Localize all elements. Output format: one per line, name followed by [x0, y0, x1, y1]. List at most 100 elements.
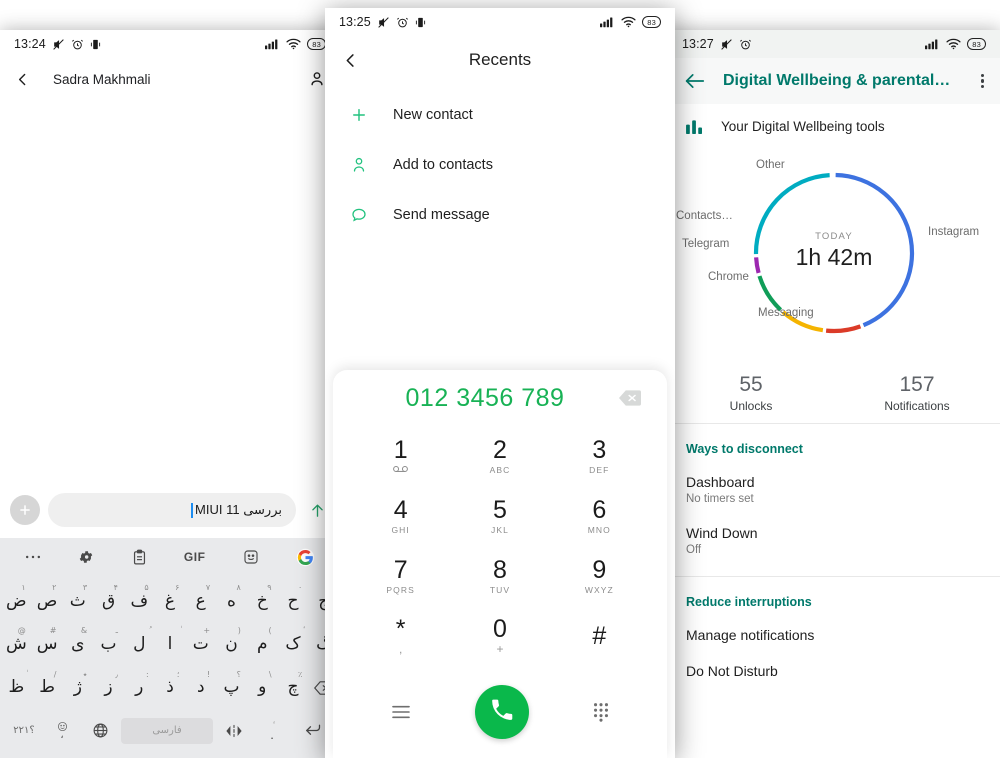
- dialpad-key[interactable]: 3 DEF: [550, 426, 649, 486]
- chevron-left-icon[interactable]: [341, 51, 360, 70]
- key-label: ن: [225, 633, 238, 654]
- clipboard-icon[interactable]: [132, 544, 147, 570]
- signal-icon: [265, 38, 280, 50]
- dialer-menu-item[interactable]: Add to contacts: [325, 140, 675, 190]
- key-alt-label: ٪: [298, 669, 303, 679]
- settings-row[interactable]: Wind Down Off: [668, 515, 1000, 566]
- keyboard-key[interactable]: & ی: [63, 624, 92, 664]
- keyboard-key[interactable]: ٪ چ: [279, 668, 308, 708]
- dialpad-key[interactable]: *,: [351, 606, 450, 666]
- dialed-number-row: 012 3456 789: [333, 370, 667, 426]
- dialer-menu-item[interactable]: New contact: [325, 90, 675, 140]
- settings-row-subtitle: No timers set: [686, 493, 754, 505]
- dialer-menu-item[interactable]: Send message: [325, 190, 675, 240]
- keyboard-key[interactable]: ٰا: [156, 624, 185, 664]
- keyboard-key[interactable]: ؛ ذ: [156, 668, 185, 708]
- battery-icon: 83: [642, 16, 661, 28]
- wellbeing-tools-row[interactable]: Your Digital Wellbeing tools: [668, 104, 1000, 148]
- keyboard-key[interactable]: / ط: [33, 668, 62, 708]
- dialpad-key[interactable]: 1: [351, 426, 450, 486]
- dialpad-key-sub: WXYZ: [584, 584, 614, 595]
- settings-row[interactable]: Dashboard No timers set: [668, 464, 1000, 515]
- keyboard-key[interactable]: ٫ ز: [94, 668, 123, 708]
- dialpad-key[interactable]: 0 +: [450, 606, 549, 666]
- key-alt-label: &: [80, 626, 88, 636]
- more-vert-icon[interactable]: [980, 73, 984, 89]
- dialpad-key-digit: 5: [493, 496, 507, 525]
- keyboard-key[interactable]: ۲ص: [33, 581, 62, 621]
- dialed-number[interactable]: 012 3456 789: [355, 384, 615, 413]
- keyboard-key[interactable]: ۵ف: [125, 581, 154, 621]
- keyboard-key[interactable]: @ ش: [2, 624, 31, 664]
- call-button[interactable]: [474, 685, 529, 739]
- keyboard-key[interactable]: ۴ق: [94, 581, 123, 621]
- key-numbers[interactable]: ؟۲۲۱: [7, 714, 41, 748]
- google-icon[interactable]: [296, 544, 315, 570]
- keyboard-key[interactable]: (م: [248, 624, 277, 664]
- key-label: ص: [36, 590, 58, 611]
- chevron-left-icon[interactable]: [14, 71, 31, 88]
- settings-row[interactable]: Manage notifications: [668, 617, 1000, 653]
- more-options-icon[interactable]: [25, 544, 41, 570]
- left-phone-sms-screen: 13:24 83 Sadra Makhmali بررسی MIUI 11 GI…: [0, 30, 340, 758]
- menu-icon[interactable]: [390, 704, 412, 720]
- keyboard-key[interactable]: ۷ع: [186, 581, 215, 621]
- key-alt-label: ۹: [267, 583, 272, 593]
- settings-row-title: Dashboard: [686, 474, 755, 490]
- gear-icon[interactable]: [78, 544, 94, 570]
- keyboard-key[interactable]: ۰ح: [279, 581, 308, 621]
- keyboard-key[interactable]: ۹خ: [248, 581, 277, 621]
- sms-app-bar: Sadra Makhmali: [0, 58, 340, 100]
- dialpad-key[interactable]: 6 MNO: [550, 486, 649, 546]
- attach-plus-button[interactable]: [10, 495, 40, 525]
- dialpad-key[interactable]: 9 WXYZ: [550, 546, 649, 606]
- dialpad-key[interactable]: #: [550, 606, 649, 666]
- gif-icon[interactable]: GIF: [184, 544, 206, 570]
- settings-row-title: Do Not Disturb: [686, 663, 778, 679]
- sticker-icon[interactable]: [243, 544, 259, 570]
- key-period[interactable]: ٔ .: [255, 714, 289, 748]
- dialpad-key-sub: GHI: [391, 524, 410, 535]
- mute-icon: [377, 16, 390, 29]
- person-icon[interactable]: [308, 70, 326, 88]
- keyboard-key[interactable]: \ و: [248, 668, 277, 708]
- keyboard-key[interactable]: # س: [33, 624, 62, 664]
- keyboard-key[interactable]: ۸ه: [217, 581, 246, 621]
- keyboard-key[interactable]: ٔک: [279, 624, 308, 664]
- cursor-move-icon[interactable]: [217, 714, 251, 748]
- dialpad-key[interactable]: 5 JKL: [450, 486, 549, 546]
- keyboard-key[interactable]: ُل: [125, 624, 154, 664]
- keyboard-key[interactable]: :ر: [125, 668, 154, 708]
- key-alt-label: ٫: [115, 669, 118, 679]
- settings-row[interactable]: Do Not Disturb: [668, 653, 1000, 689]
- dialpad-key[interactable]: 7 PQRS: [351, 546, 450, 606]
- key-alt-label: ۵: [144, 583, 149, 593]
- dialpad-icon[interactable]: [592, 702, 610, 722]
- dialpad-key[interactable]: 4 GHI: [351, 486, 450, 546]
- globe-icon[interactable]: [83, 714, 117, 748]
- wellbeing-tools-label: Your Digital Wellbeing tools: [721, 118, 885, 134]
- keyboard-key[interactable]: ـب: [94, 624, 123, 664]
- dialpad-key[interactable]: 8 TUV: [450, 546, 549, 606]
- status-bar: 13:25 83: [325, 8, 675, 36]
- keyboard-key[interactable]: ! د: [186, 668, 215, 708]
- key-alt-label: :: [145, 669, 149, 679]
- dialpad-key[interactable]: 2 ABC: [450, 426, 549, 486]
- space-key[interactable]: فارسی: [121, 717, 213, 744]
- dialpad-sheet: 012 3456 789 1 2 ABC 3 DEF 4 GHI 5 JKL 6 MNO 7 PQRS 8…: [333, 370, 667, 758]
- keyboard-key[interactable]: ٰظ: [2, 668, 31, 708]
- keyboard-key[interactable]: ۳ث: [63, 581, 92, 621]
- keyboard-key[interactable]: ۶غ: [156, 581, 185, 621]
- keyboard-key[interactable]: ) ن: [217, 624, 246, 664]
- message-input[interactable]: بررسی MIUI 11: [48, 493, 296, 527]
- keyboard-key[interactable]: + ت: [186, 624, 215, 664]
- keyboard-key[interactable]: ٭ ژ: [63, 668, 92, 708]
- key-alt-label: \: [268, 669, 272, 679]
- key-comma-label: ،: [60, 730, 64, 742]
- backspace-icon[interactable]: [615, 390, 645, 406]
- status-bar: 13:27 83: [668, 30, 1000, 58]
- key-emoji-comma[interactable]: ،: [45, 714, 79, 748]
- keyboard-key[interactable]: ۱ض: [2, 581, 31, 621]
- arrow-left-icon[interactable]: [684, 72, 705, 90]
- keyboard-key[interactable]: ؟ پ: [217, 668, 246, 708]
